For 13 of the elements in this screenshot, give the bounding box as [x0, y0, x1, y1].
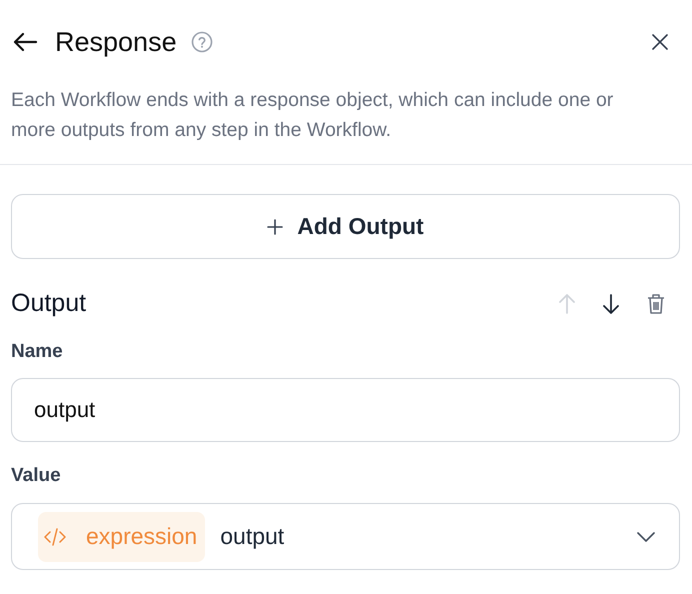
field-label: Value: [11, 465, 62, 487]
close-button[interactable]: [650, 32, 670, 52]
plus-icon: [267, 218, 284, 234]
field-label: Name: [11, 341, 64, 363]
code-icon: [44, 528, 66, 546]
chevron-down-icon: [637, 532, 655, 542]
value-dropdown[interactable]: expression output: [11, 503, 680, 570]
dropdown-value: output: [220, 523, 284, 550]
description-text: Each Workflow ends with a response object, which can include one or more outputs from any step in the Workflow.: [11, 88, 614, 143]
name-field[interactable]: output: [11, 378, 680, 442]
add-output-button[interactable]: Add Output: [11, 194, 680, 259]
panel-title: Response: [55, 26, 177, 58]
section-title: Output: [11, 289, 86, 318]
